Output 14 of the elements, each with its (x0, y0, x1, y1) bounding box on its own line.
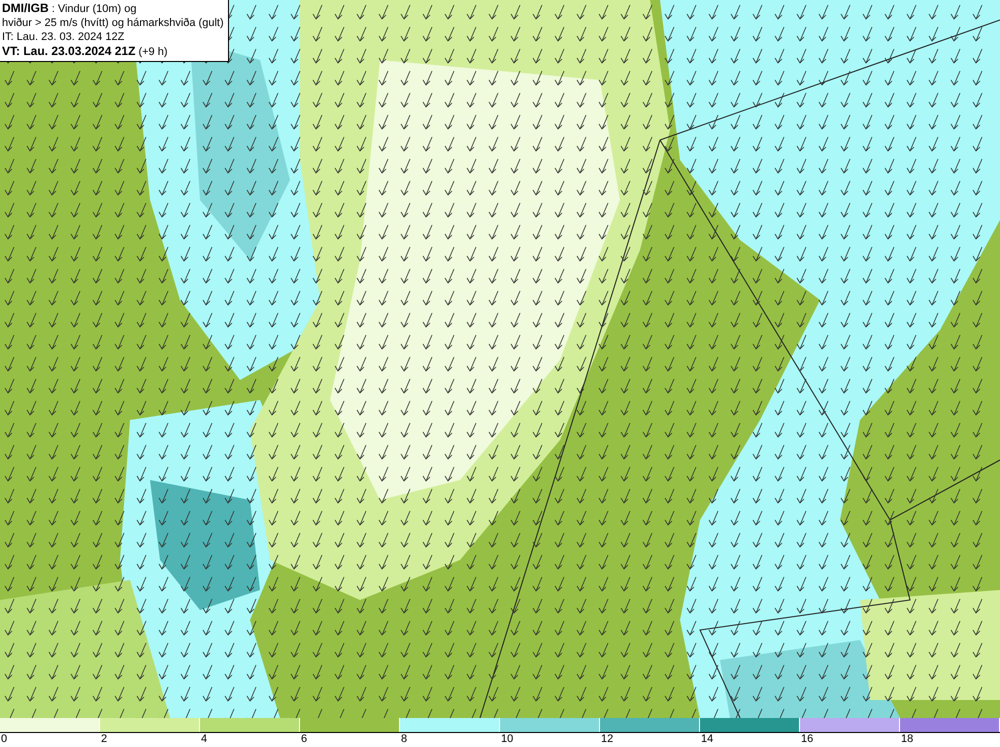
legend-tick-label: 8 (401, 733, 408, 745)
legend-tick-label: 0 (1, 733, 8, 745)
legend-tick-label: 18 (901, 733, 914, 745)
map-title-line: IT: Lau. 23. 03. 2024 12Z (2, 30, 126, 44)
map-title-line: VT: Lau. 23.03.2024 21Z (+9 h) (2, 44, 169, 59)
legend-tick-label: 10 (501, 733, 514, 745)
map-title-line: DMI/IGB : Vindur (10m) og (2, 1, 138, 16)
legend-tick-label: 16 (801, 733, 814, 745)
legend-tick-label: 6 (301, 733, 308, 745)
legend-tick-label: 12 (601, 733, 614, 745)
map-title-line: hviður > 25 m/s (hvítt) og hámarkshviða (gult) (2, 16, 224, 30)
legend-tick-label: 4 (201, 733, 208, 745)
legend-tick-label: 14 (701, 733, 714, 745)
legend-tick-label: 2 (101, 733, 108, 745)
